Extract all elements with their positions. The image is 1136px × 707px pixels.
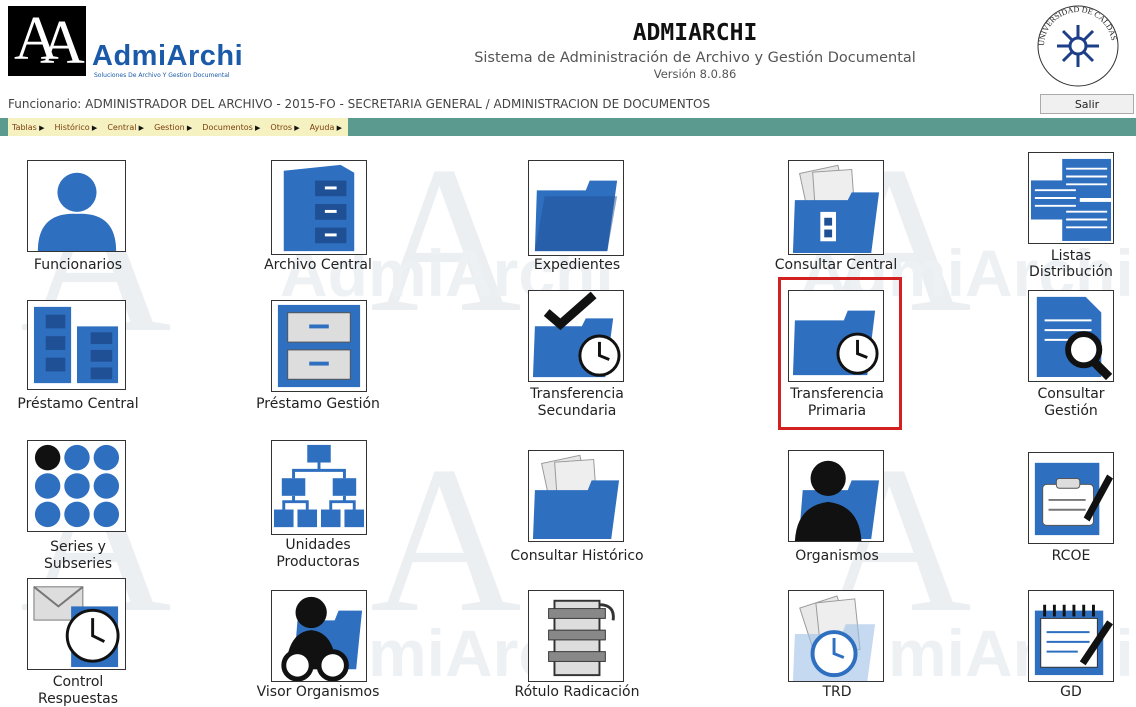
- archivo-central-label[interactable]: Archivo Central: [228, 257, 408, 273]
- trd-icon[interactable]: [788, 590, 884, 682]
- visor-organismos-icon[interactable]: [271, 590, 367, 682]
- unidades-label-2[interactable]: Productoras: [228, 554, 408, 570]
- gd-label[interactable]: GD: [981, 684, 1136, 700]
- series-label-2[interactable]: Subseries: [0, 556, 168, 572]
- consultar-central-icon[interactable]: [788, 160, 884, 255]
- transferencia-secundaria-icon[interactable]: [528, 290, 624, 382]
- transferencia-secundaria-label-1[interactable]: Transferencia: [487, 386, 667, 402]
- consultar-gestion-label-1[interactable]: Consultar: [981, 386, 1136, 402]
- listas-distribucion-icon[interactable]: [1028, 152, 1114, 244]
- organismos-label[interactable]: Organismos: [747, 548, 927, 564]
- selection-highlight: [778, 277, 902, 430]
- visor-organismos-label[interactable]: Visor Organismos: [228, 684, 408, 700]
- consultar-gestion-label-2[interactable]: Gestión: [981, 403, 1136, 419]
- prestamo-central-label[interactable]: Préstamo Central: [0, 396, 168, 412]
- rotulo-radicacion-icon[interactable]: [528, 590, 624, 682]
- unidades-label-1[interactable]: Unidades: [228, 537, 408, 553]
- rcoe-label[interactable]: RCOE: [981, 548, 1136, 564]
- consultar-historico-label[interactable]: Consultar Histórico: [487, 548, 667, 564]
- prestamo-gestion-icon[interactable]: [271, 300, 367, 392]
- control-respuestas-icon[interactable]: [27, 578, 126, 670]
- organismos-icon[interactable]: [788, 450, 884, 542]
- expedientes-icon[interactable]: [528, 160, 624, 256]
- funcionarios-label[interactable]: Funcionarios: [0, 257, 168, 273]
- gd-icon[interactable]: [1028, 590, 1114, 682]
- rcoe-icon[interactable]: [1028, 452, 1114, 544]
- consultar-gestion-icon[interactable]: [1028, 290, 1114, 382]
- prestamo-central-icon[interactable]: [27, 300, 126, 390]
- module-grid: Funcionarios Archivo Central Expedientes…: [0, 0, 1136, 707]
- archivo-central-icon[interactable]: [271, 160, 367, 255]
- expedientes-label[interactable]: Expedientes: [487, 257, 667, 273]
- listas-label[interactable]: Listas: [981, 248, 1136, 264]
- trd-label[interactable]: TRD: [747, 684, 927, 700]
- series-label-1[interactable]: Series y: [0, 539, 168, 555]
- distribucion-label[interactable]: Distribución: [981, 264, 1136, 280]
- rotulo-radicacion-label[interactable]: Rótulo Radicación: [487, 684, 667, 700]
- consultar-historico-icon[interactable]: [528, 450, 624, 542]
- control-label-2[interactable]: Respuestas: [0, 691, 168, 707]
- unidades-productoras-icon[interactable]: [271, 440, 367, 535]
- series-subseries-icon[interactable]: [27, 440, 126, 532]
- transferencia-secundaria-label-2[interactable]: Secundaria: [487, 403, 667, 419]
- consultar-central-label[interactable]: Consultar Central: [746, 257, 926, 273]
- funcionarios-icon[interactable]: [27, 160, 126, 252]
- control-label-1[interactable]: Control: [0, 674, 168, 690]
- prestamo-gestion-label[interactable]: Préstamo Gestión: [228, 396, 408, 412]
